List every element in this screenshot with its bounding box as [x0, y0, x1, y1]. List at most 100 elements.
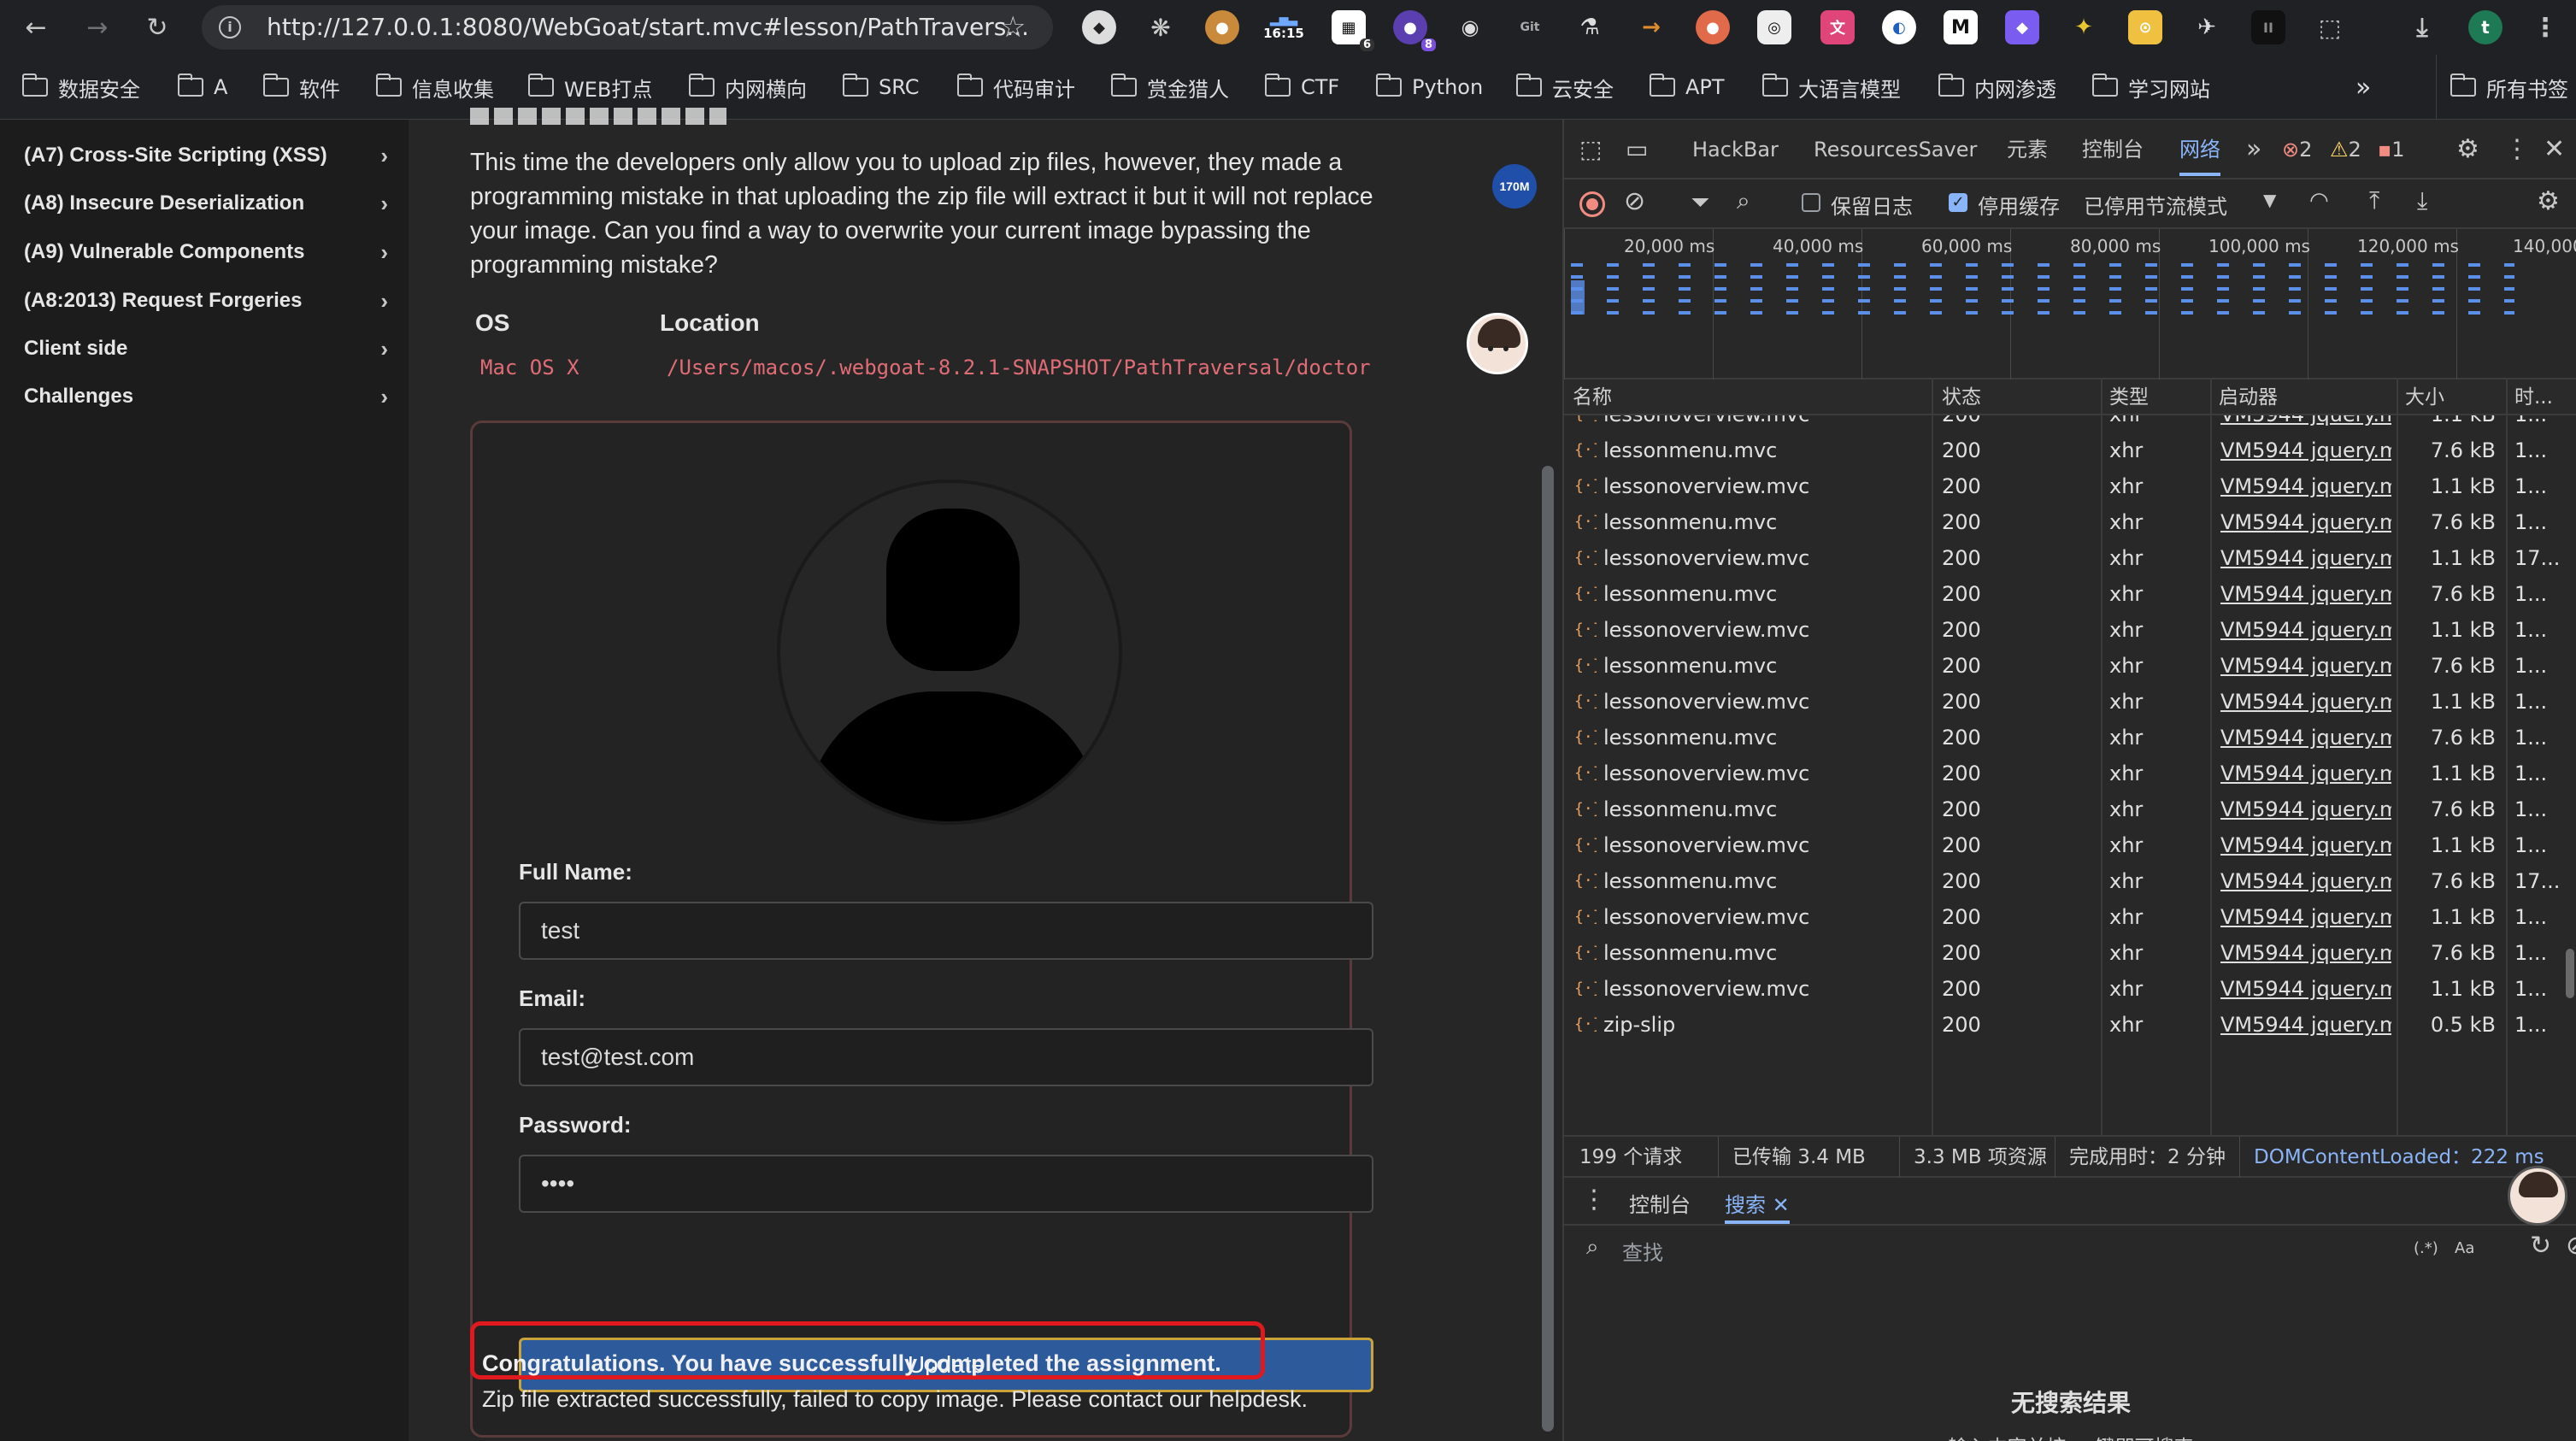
regex-toggle[interactable]: (.*) [2414, 1239, 2438, 1257]
network-request-row[interactable]: {·} lessonoverview.mvc 200 xhr VM5944 jquery… [1564, 468, 2576, 504]
throttle-select[interactable]: 已停用节流模式 [2084, 190, 2227, 220]
devtools-menu-icon[interactable]: ⋮ [2504, 120, 2530, 179]
network-request-row[interactable]: {·} lessonoverview.mvc 200 xhr VM5944 jquery… [1564, 684, 2576, 720]
request-initiator[interactable]: VM5944 jquery.mi [2220, 432, 2391, 468]
request-initiator[interactable]: VM5944 jquery.mi [2220, 827, 2391, 863]
issues-counter[interactable]: ▪1 [2378, 120, 2405, 179]
bookmark-folder[interactable]: 内网渗透 [1938, 55, 2056, 120]
filter-icon[interactable]: ⏷ [1691, 188, 1709, 217]
request-initiator[interactable]: VM5944 jquery.mi [2220, 1007, 2391, 1043]
extension-icon[interactable]: ● [1696, 10, 1730, 44]
git-extension-icon[interactable]: Git [1513, 10, 1547, 44]
extension-icon[interactable]: II [2251, 10, 2285, 44]
preserve-log-checkbox[interactable] [1802, 193, 1820, 212]
extension-icon[interactable]: ⚗ [1573, 10, 1607, 44]
bookmark-folder[interactable]: 软件 [262, 55, 340, 120]
export-har-icon[interactable]: ⤓ [2417, 186, 2427, 215]
bookmark-star-icon[interactable]: ☆ [1000, 5, 1026, 50]
extension-icon[interactable]: → [1634, 10, 1668, 44]
memory-badge[interactable]: 170M [1492, 164, 1537, 209]
extension-icon[interactable]: ◆ [2005, 10, 2039, 44]
network-request-row[interactable]: {·} lessonmenu.mvc 200 xhr VM5944 jquery.mi 7… [1564, 648, 2576, 684]
search-icon[interactable]: ⌕ [1737, 186, 1750, 215]
network-request-row[interactable]: {·} lessonmenu.mvc 200 xhr VM5944 jquery.mi 7… [1564, 576, 2576, 612]
request-initiator[interactable]: VM5944 jquery.mi [2220, 415, 2391, 432]
sidebar-item-xss[interactable]: (A7) Cross-Site Scripting (XSS) › [24, 132, 391, 179]
fullname-input[interactable]: test [519, 902, 1373, 960]
bookmark-folder[interactable]: 代码审计 [956, 55, 1075, 120]
download-icon[interactable]: ⤓ [2405, 10, 2439, 44]
bookmark-folder[interactable]: 大语言模型 [1761, 55, 1901, 120]
all-bookmarks-button[interactable]: 所有书签 [2436, 55, 2568, 120]
import-har-icon[interactable]: ⤒ [2369, 186, 2379, 215]
assistant-avatar[interactable] [1467, 313, 1528, 374]
password-input[interactable]: •••• [519, 1155, 1373, 1213]
close-devtools-icon[interactable]: ✕ [2544, 120, 2565, 179]
page-scrollbar[interactable] [1542, 466, 1554, 1432]
bookmark-folder[interactable]: APT [1649, 55, 1725, 120]
inspect-element-icon[interactable]: ⬚ [1579, 120, 1602, 179]
network-request-row[interactable]: {·} lessonoverview.mvc 200 xhr VM5944 jquery… [1564, 415, 2576, 432]
reload-icon[interactable]: ↻ [138, 9, 176, 46]
forward-icon[interactable]: → [79, 9, 116, 46]
drawer-tab-console[interactable]: 控制台 [1629, 1188, 1691, 1218]
column-time[interactable]: 时... [2514, 379, 2553, 415]
sidebar-item-challenges[interactable]: Challenges › [24, 373, 391, 421]
close-tab-icon[interactable]: ✕ [1773, 1193, 1790, 1217]
email-input[interactable]: test@test.com [519, 1028, 1373, 1086]
request-initiator[interactable]: VM5944 jquery.mi [2220, 935, 2391, 971]
medium-extension-icon[interactable]: M [1944, 10, 1978, 44]
warning-counter[interactable]: ⚠2 [2330, 120, 2361, 179]
tab-elements[interactable]: 元素 [2007, 120, 2048, 179]
clear-search-icon[interactable]: ⊘ [2566, 1231, 2576, 1261]
sidebar-item-insecure-deserialization[interactable]: (A8) Insecure Deserialization › [24, 179, 391, 227]
network-settings-icon[interactable]: ⚙ [2537, 186, 2560, 216]
network-request-row[interactable]: {·} lessonoverview.mvc 200 xhr VM5944 jquery… [1564, 899, 2576, 935]
browser-menu-icon[interactable]: ⋮ [2528, 10, 2562, 44]
request-initiator[interactable]: VM5944 jquery.mi [2220, 971, 2391, 1007]
tab-resourcessaver[interactable]: ResourcesSaver [1814, 120, 1977, 179]
extension-icon[interactable]: ◎ [1757, 10, 1791, 44]
extension-icon[interactable]: ✦ [2067, 10, 2101, 44]
sidebar-item-vulnerable-components[interactable]: (A9) Vulnerable Components › [24, 228, 391, 276]
network-list-scrollbar[interactable] [2566, 949, 2574, 998]
network-request-row[interactable]: {·} lessonmenu.mvc 200 xhr VM5944 jquery.mi 7… [1564, 863, 2576, 899]
more-tabs-icon[interactable]: » [2246, 120, 2261, 179]
record-stop-icon[interactable] [1579, 191, 1605, 217]
network-timeline[interactable]: 20,000 ms 40,000 ms 60,000 ms 80,000 ms … [1564, 229, 2576, 379]
network-request-row[interactable]: {·} zip-slip 200 xhr VM5944 jquery.mi 0.5 kB 1… [1564, 1007, 2576, 1043]
refresh-search-icon[interactable]: ↻ [2530, 1231, 2551, 1261]
extension-icon[interactable]: 文 [1820, 10, 1855, 44]
request-initiator[interactable]: VM5944 jquery.mi [2220, 504, 2391, 540]
request-initiator[interactable]: VM5944 jquery.mi [2220, 612, 2391, 648]
request-initiator[interactable]: VM5944 jquery.mi [2220, 720, 2391, 756]
network-request-row[interactable]: {·} lessonoverview.mvc 200 xhr VM5944 jquery… [1564, 540, 2576, 576]
extension-icon[interactable]: ◆ [1082, 10, 1116, 44]
request-initiator[interactable]: VM5944 jquery.mi [2220, 899, 2391, 935]
extension-icon[interactable]: ◐ [1882, 10, 1916, 44]
column-initiator[interactable]: 启动器 [2219, 379, 2278, 415]
network-request-row[interactable]: {·} lessonoverview.mvc 200 xhr VM5944 jquery… [1564, 612, 2576, 648]
back-icon[interactable]: ← [17, 9, 55, 46]
tab-network[interactable]: 网络 [2179, 120, 2220, 176]
network-request-row[interactable]: {·} lessonmenu.mvc 200 xhr VM5944 jquery.mi 7… [1564, 791, 2576, 827]
column-status[interactable]: 状态 [1942, 379, 1981, 415]
column-type[interactable]: 类型 [2109, 379, 2149, 415]
tab-console[interactable]: 控制台 [2082, 120, 2144, 179]
request-initiator[interactable]: VM5944 jquery.mi [2220, 684, 2391, 720]
bookmark-folder[interactable]: 学习网站 [2091, 55, 2210, 120]
column-name[interactable]: 名称 [1573, 379, 1612, 415]
network-request-row[interactable]: {·} lessonmenu.mvc 200 xhr VM5944 jquery.mi 7… [1564, 720, 2576, 756]
sidebar-item-client-side[interactable]: Client side › [24, 325, 391, 373]
bookmark-folder[interactable]: CTF [1264, 55, 1339, 120]
drawer-menu-icon[interactable]: ⋮ [1581, 1185, 1607, 1215]
bookmark-folder[interactable]: SRC [842, 55, 919, 120]
assistant-avatar[interactable] [2508, 1166, 2567, 1226]
network-request-row[interactable]: {·} lessonoverview.mvc 200 xhr VM5944 jquery… [1564, 827, 2576, 863]
request-initiator[interactable]: VM5944 jquery.mi [2220, 540, 2391, 576]
bookmark-folder[interactable]: 数据安全 [21, 55, 140, 120]
match-case-toggle[interactable]: Aa [2455, 1239, 2474, 1257]
network-request-row[interactable]: {·} lessonmenu.mvc 200 xhr VM5944 jquery.mi 7… [1564, 935, 2576, 971]
clear-icon[interactable]: ⊘ [1624, 186, 1645, 216]
network-request-row[interactable]: {·} lessonmenu.mvc 200 xhr VM5944 jquery.mi 7… [1564, 432, 2576, 468]
